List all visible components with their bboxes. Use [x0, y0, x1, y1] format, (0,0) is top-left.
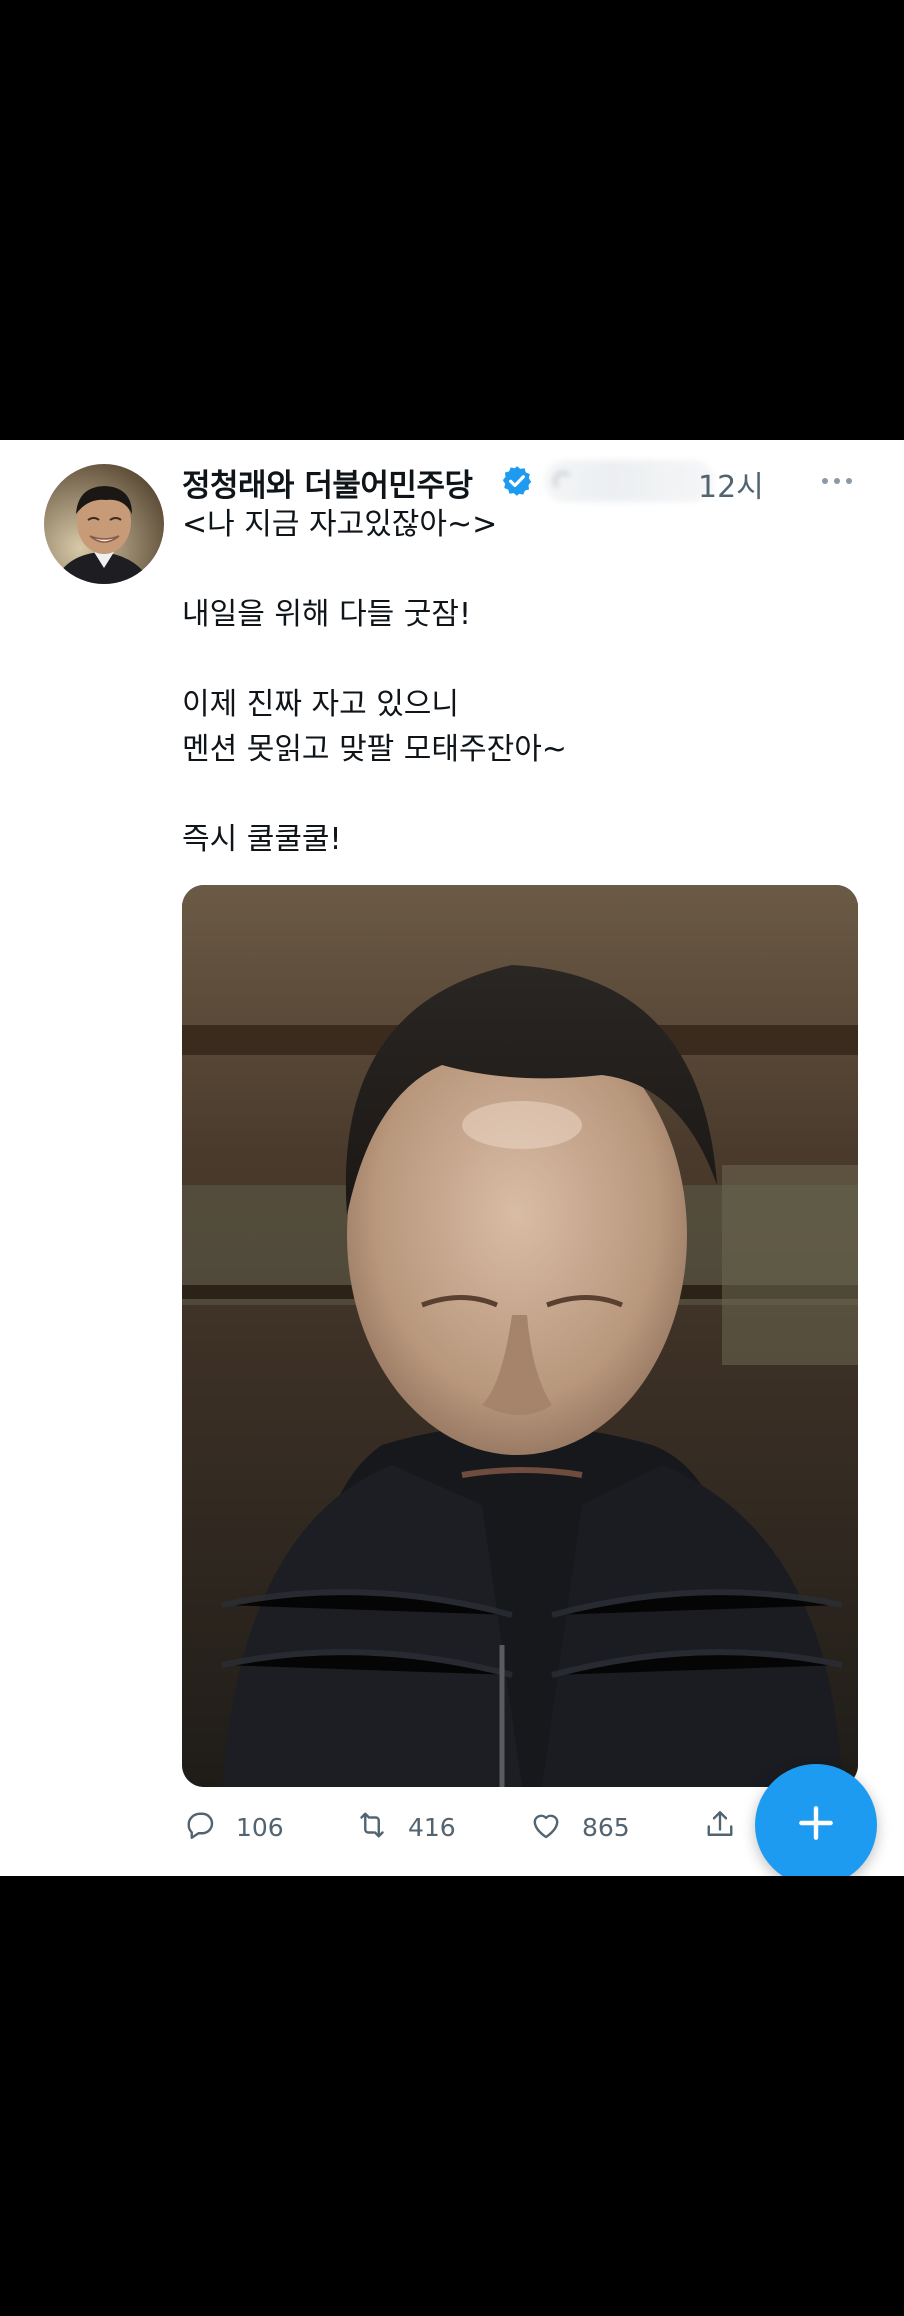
share-upload-icon — [702, 1807, 738, 1847]
tweet-text-line-3: 이제 진짜 자고 있으니 멘션 못읽고 맞팔 모태주잔아~ — [182, 687, 567, 767]
tweet-header: 정청래와 더불어민주당 12시 — [182, 458, 882, 506]
speech-bubble-icon — [182, 1807, 218, 1847]
reply-count: 106 — [236, 1812, 284, 1842]
letterbox-top — [0, 0, 904, 440]
display-name[interactable]: 정청래와 더불어민주당 — [182, 460, 473, 505]
compose-button[interactable] — [755, 1764, 877, 1876]
tweet-text-line-1: <나 지금 자고있잖아~> — [182, 507, 498, 542]
timestamp[interactable]: 12시 — [698, 462, 764, 506]
retweet-count: 416 — [408, 1812, 456, 1842]
letterbox-bottom — [0, 1876, 904, 2316]
more-dots-icon[interactable] — [822, 474, 866, 488]
heart-icon — [528, 1807, 564, 1847]
retweet-button[interactable]: 416 — [354, 1802, 456, 1852]
share-button[interactable] — [702, 1802, 738, 1852]
plus-icon — [794, 1801, 838, 1849]
like-button[interactable]: 865 — [528, 1802, 630, 1852]
tweet-text-line-2: 내일을 위해 다들 굿잠! — [182, 597, 472, 632]
tweet-media-photo[interactable] — [182, 885, 858, 1787]
verified-badge-icon — [500, 464, 534, 498]
retweet-arrows-icon — [354, 1807, 390, 1847]
avatar[interactable] — [44, 464, 164, 584]
tweet-card[interactable]: 정청래와 더불어민주당 12시 <나 지금 자고있잖아~> 내일을 위해 다들 … — [0, 440, 904, 1876]
like-count: 865 — [582, 1812, 630, 1842]
redacted-handle — [544, 460, 714, 502]
reply-button[interactable]: 106 — [182, 1802, 284, 1852]
tweet-text-line-4: 즉시 쿨쿨쿨! — [182, 822, 342, 857]
